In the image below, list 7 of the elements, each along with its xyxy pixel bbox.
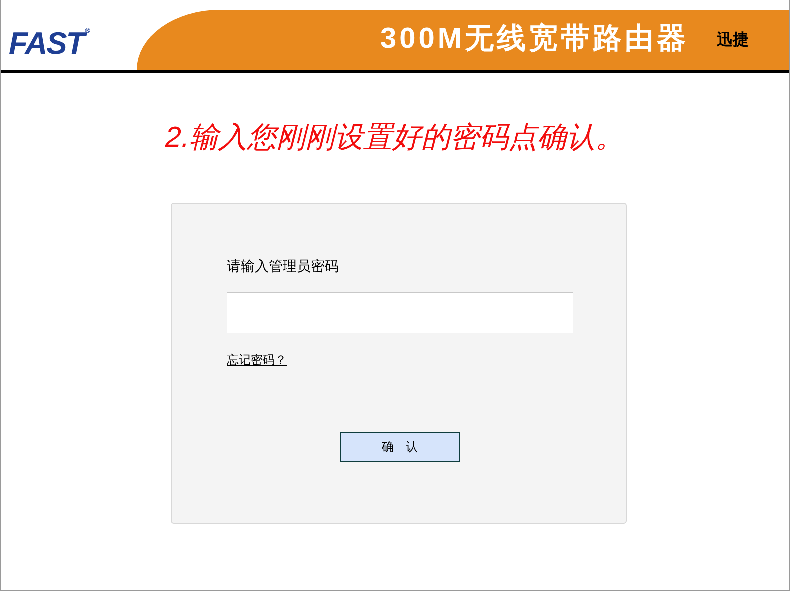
confirm-button[interactable]: 确 认 xyxy=(340,432,460,462)
password-field[interactable] xyxy=(227,292,573,332)
brand-name: 迅捷 xyxy=(717,29,749,51)
instruction-text: 2.输入您刚刚设置好的密码点确认。 xyxy=(165,121,625,156)
forgot-password-link[interactable]: 忘记密码？ xyxy=(227,350,287,368)
header-title: 300M无线宽带路由器 xyxy=(380,22,689,58)
password-label: 请输入管理员密码 xyxy=(227,256,340,276)
